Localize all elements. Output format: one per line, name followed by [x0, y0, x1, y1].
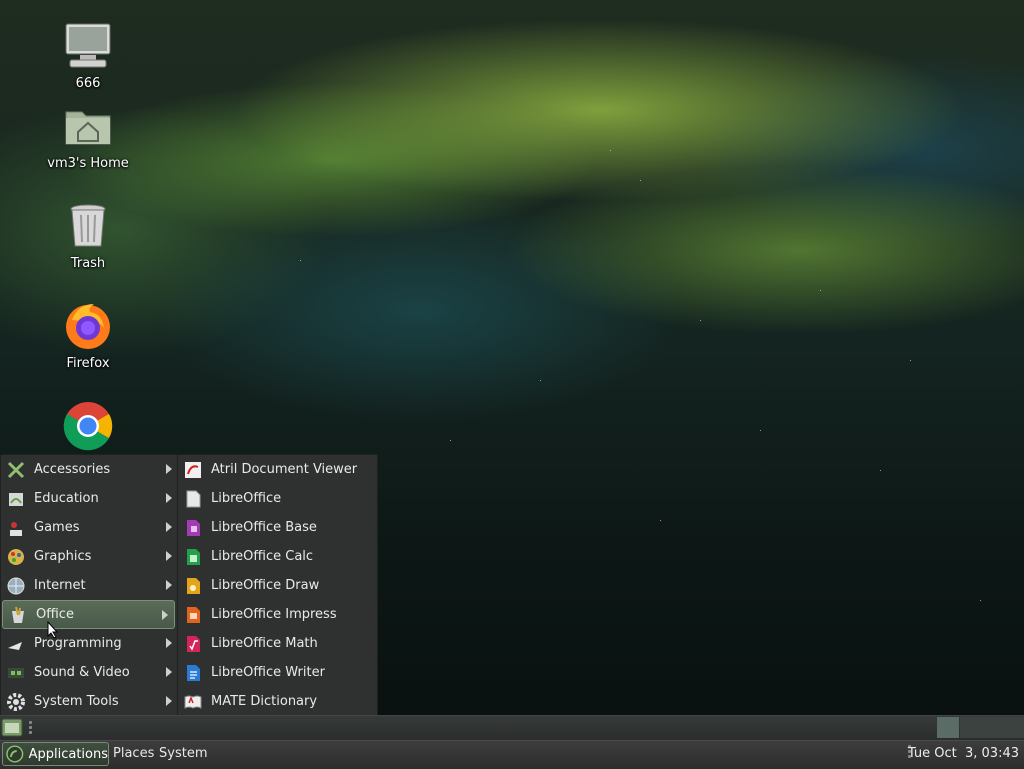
menu-item-label: Accessories [34, 462, 111, 477]
menu-item-games[interactable]: Games [1, 513, 178, 542]
trash-icon [70, 204, 106, 247]
menu-item-system-tools[interactable]: System Tools [1, 687, 178, 716]
menu-item-label: MATE Dictionary [211, 694, 318, 709]
applications-menu: Accessories Education Games Graphics Int… [0, 454, 179, 717]
atril-icon [185, 461, 201, 478]
submenu-arrow-icon [162, 610, 168, 620]
menu-item-education[interactable]: Education [1, 484, 178, 513]
menu-item-internet[interactable]: Internet [1, 571, 178, 600]
menu-item-label: Office [36, 607, 74, 622]
submenu-arrow-icon [166, 580, 172, 590]
computer-icon [65, 23, 111, 68]
dictionary-icon [184, 695, 202, 709]
mouse-cursor-icon [47, 621, 59, 639]
submenu-arrow-icon [166, 667, 172, 677]
menu-item-label: LibreOffice [211, 491, 282, 506]
libreoffice-base-icon [187, 519, 200, 536]
menu-item-label: Sound & Video [34, 665, 130, 680]
desktop-icon-home[interactable]: vm3's Home [38, 100, 138, 171]
system-menu[interactable]: System [159, 746, 207, 761]
applications-menu-button[interactable]: Applications [2, 742, 109, 766]
menu-item-libreoffice-impress[interactable]: LibreOffice Impress [178, 600, 377, 629]
menu-item-label: LibreOffice Calc [211, 549, 314, 564]
desktop-icon-label: Trash [70, 256, 106, 271]
sound-video-icon [8, 667, 24, 678]
menu-item-label: LibreOffice Base [211, 520, 317, 535]
firefox-icon [66, 304, 110, 349]
menu-item-libreoffice-writer[interactable]: LibreOffice Writer [178, 658, 377, 687]
internet-icon [7, 577, 25, 594]
places-menu[interactable]: Places [113, 746, 154, 761]
system-tools-icon [7, 692, 25, 711]
chrome-icon [63, 402, 113, 451]
mate-logo-icon [6, 745, 24, 763]
menu-item-libreoffice-base[interactable]: LibreOffice Base [178, 513, 377, 542]
graphics-icon [8, 548, 24, 565]
libreoffice-draw-icon [187, 577, 200, 594]
office-icon [12, 606, 24, 623]
applications-label: Applications [28, 746, 108, 762]
submenu-arrow-icon [166, 696, 172, 706]
office-submenu: Atril Document Viewer LibreOffice LibreO… [177, 454, 378, 717]
submenu-arrow-icon [166, 493, 172, 503]
submenu-arrow-icon [166, 638, 172, 648]
menu-item-label: LibreOffice Impress [211, 607, 337, 622]
menu-item-programming[interactable]: Programming [1, 629, 178, 658]
clock[interactable]: Tue Oct 3, 03:43 [908, 746, 1019, 761]
menu-item-office[interactable]: Office [2, 600, 175, 629]
accessories-icon [7, 461, 25, 478]
menu-item-label: System Tools [34, 694, 119, 709]
menu-item-libreoffice-math[interactable]: LibreOffice Math [178, 629, 377, 658]
desktop-icon-computer[interactable]: 666 [38, 20, 138, 91]
workspace-switcher-active[interactable] [937, 717, 959, 738]
menu-item-label: LibreOffice Math [211, 636, 318, 651]
menu-item-label: LibreOffice Draw [211, 578, 320, 593]
libreoffice-calc-icon [187, 548, 200, 565]
desktop-icon-firefox[interactable]: Firefox [38, 300, 138, 371]
menu-item-label: Internet [34, 578, 86, 593]
menu-item-label: Education [34, 491, 99, 506]
desktop-icon-label: Firefox [66, 356, 110, 371]
menu-item-libreoffice[interactable]: LibreOffice [178, 484, 377, 513]
desktop-icon-label: 666 [75, 76, 101, 91]
desktop-icon-label: vm3's Home [47, 156, 129, 171]
menu-item-sound-video[interactable]: Sound & Video [1, 658, 178, 687]
home-folder-icon [65, 111, 111, 145]
submenu-arrow-icon [166, 522, 172, 532]
games-icon [10, 521, 22, 536]
libreoffice-impress-icon [187, 606, 200, 623]
desktop-icon-trash[interactable]: Trash [38, 200, 138, 271]
desktop-icon-chrome[interactable] [38, 400, 138, 452]
libreoffice-icon [186, 490, 201, 507]
submenu-arrow-icon [166, 464, 172, 474]
menu-item-label: Graphics [34, 549, 92, 564]
libreoffice-math-icon [187, 635, 200, 652]
menu-item-accessories[interactable]: Accessories [1, 455, 178, 484]
show-desktop-icon[interactable] [1, 717, 23, 738]
education-icon [9, 492, 23, 506]
submenu-arrow-icon [166, 551, 172, 561]
menu-item-label: LibreOffice Writer [211, 665, 325, 680]
menu-item-libreoffice-draw[interactable]: LibreOffice Draw [178, 571, 377, 600]
workspace-switcher-other[interactable] [960, 717, 1024, 738]
menu-item-libreoffice-calc[interactable]: LibreOffice Calc [178, 542, 377, 571]
panel-grip-icon[interactable] [29, 721, 32, 736]
menu-item-label: Games [34, 520, 80, 535]
menu-item-mate-dictionary[interactable]: MATE Dictionary [178, 687, 377, 716]
libreoffice-writer-icon [187, 664, 200, 681]
menu-item-atril[interactable]: Atril Document Viewer [178, 455, 377, 484]
programming-icon [8, 641, 22, 650]
menu-item-label: Atril Document Viewer [211, 462, 358, 477]
window-list-panel [0, 715, 1024, 741]
menu-item-graphics[interactable]: Graphics [1, 542, 178, 571]
